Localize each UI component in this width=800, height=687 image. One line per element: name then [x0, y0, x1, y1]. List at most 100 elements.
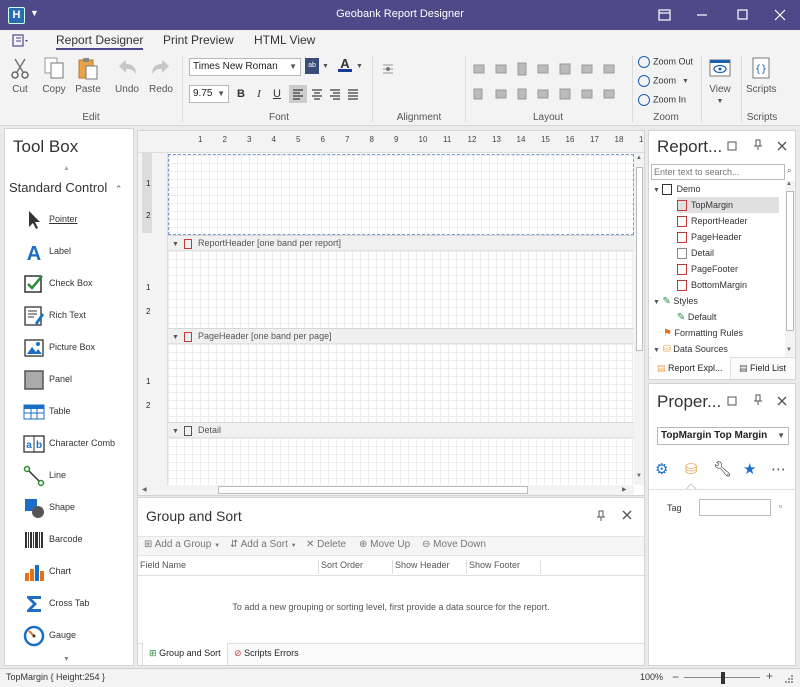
close-icon[interactable] — [777, 141, 787, 151]
tree-item-pagefooter[interactable]: PageFooter — [677, 261, 738, 277]
toolbox-item-picture-box[interactable]: Picture Box — [19, 335, 134, 363]
column-header-show-footer[interactable]: Show Footer — [467, 560, 541, 574]
gears-icon[interactable]: ⚙ — [655, 460, 668, 478]
expand-icon[interactable]: ▼ — [653, 347, 660, 354]
wrench-icon[interactable]: 🔧︎ — [713, 460, 732, 478]
scrollbar-thumb[interactable] — [786, 191, 794, 331]
maximize-panel-icon[interactable] — [727, 141, 737, 151]
tab-report-explorer[interactable]: ▤ Report Expl... — [651, 357, 731, 379]
tab-group-and-sort[interactable]: ⊞ Group and Sort — [142, 643, 228, 665]
toolbox-item-gauge[interactable]: Gauge — [19, 623, 134, 651]
cut-button[interactable]: Cut — [6, 56, 34, 95]
add-group-button[interactable]: ⊞ Add a Group ▼ — [144, 539, 220, 550]
toolbox-item-panel[interactable]: Panel — [19, 367, 134, 395]
tree-item-topmargin[interactable]: TopMargin — [677, 197, 779, 213]
layout-spacing-icons[interactable] — [472, 86, 632, 102]
scrollbar-thumb[interactable] — [636, 167, 643, 351]
zoom-in-button[interactable]: Zoom In — [638, 94, 686, 106]
toolbox-category[interactable]: Standard Control ⌃ — [9, 180, 122, 195]
add-sort-button[interactable]: ⇵ Add a Sort ▼ — [230, 539, 297, 550]
top-margin-band[interactable] — [168, 154, 634, 235]
tab-print-preview[interactable]: Print Preview — [163, 33, 234, 47]
tag-options-button[interactable]: ▫ — [779, 501, 782, 511]
tree-item-detail[interactable]: Detail — [677, 245, 714, 261]
tab-field-list[interactable]: ▤ Field List — [739, 357, 795, 379]
chevron-down-icon[interactable]: ▼ — [63, 656, 70, 663]
align-center-button[interactable] — [309, 86, 325, 102]
column-header-show-header[interactable]: Show Header — [393, 560, 467, 574]
bold-button[interactable]: B — [233, 86, 249, 102]
collapse-icon[interactable]: ▼ — [172, 334, 179, 341]
scroll-down-icon[interactable]: ▼ — [636, 473, 642, 479]
move-down-button[interactable]: ⊖ Move Down — [422, 539, 486, 550]
undo-button[interactable]: Undo — [113, 56, 141, 95]
scroll-up-icon[interactable]: ▲ — [636, 155, 642, 161]
column-header-field-name[interactable]: Field Name — [138, 560, 319, 574]
expand-icon[interactable]: ▼ — [653, 299, 660, 306]
column-header-sort-order[interactable]: Sort Order — [319, 560, 393, 574]
tab-html-view[interactable]: HTML View — [254, 33, 315, 47]
toolbox-item-table[interactable]: Table — [19, 399, 134, 427]
tree-item-styles[interactable]: ▼ ✎ Styles — [653, 293, 698, 309]
align-left-button[interactable] — [289, 85, 307, 103]
zoom-out-icon[interactable]: − — [672, 670, 679, 684]
star-icon[interactable]: ★ — [743, 460, 756, 478]
maximize-panel-icon[interactable] — [727, 396, 737, 406]
toolbox-item-check-box[interactable]: Check Box — [19, 271, 134, 299]
explorer-search-input[interactable] — [651, 164, 785, 180]
italic-button[interactable]: I — [251, 86, 267, 102]
horizontal-scrollbar[interactable]: ◀ ▶ — [138, 485, 634, 495]
toolbox-item-cross-tab[interactable]: Cross Tab — [19, 591, 134, 619]
scroll-left-icon[interactable]: ◀ — [142, 486, 147, 493]
page-header-band[interactable] — [168, 344, 634, 422]
toolbox-item-rich-text[interactable]: Rich Text — [19, 303, 134, 331]
tag-input[interactable] — [699, 499, 771, 516]
vertical-scrollbar[interactable]: ▲ ▼ — [634, 153, 644, 485]
pin-icon[interactable] — [753, 394, 763, 406]
scrollbar-thumb[interactable] — [218, 486, 528, 494]
zoom-in-icon[interactable]: + — [766, 669, 773, 683]
text-style-icon[interactable]: ab — [305, 58, 319, 74]
tree-item-bottommargin[interactable]: BottomMargin — [677, 277, 747, 293]
chevron-down-icon[interactable]: ▼ — [356, 63, 363, 70]
toolbox-item-pointer[interactable]: Pointer — [19, 207, 134, 235]
tab-report-designer[interactable]: Report Designer — [56, 33, 144, 50]
tree-root-demo[interactable]: ▼ Demo — [653, 181, 700, 197]
zoom-slider-thumb[interactable] — [721, 672, 725, 684]
ribbon-display-options-icon[interactable] — [652, 4, 676, 26]
move-up-button[interactable]: ⊕ Move Up — [359, 539, 410, 550]
scripts-button[interactable]: {} Scripts — [746, 56, 777, 95]
expand-icon[interactable]: ▼ — [653, 187, 660, 194]
delete-button[interactable]: ✕ Delete — [306, 539, 346, 550]
detail-band[interactable] — [168, 438, 634, 484]
scroll-down-icon[interactable]: ▼ — [786, 347, 792, 353]
tree-item-data-sources[interactable]: ▼ ⛁ Data Sources — [653, 341, 728, 357]
scroll-right-icon[interactable]: ▶ — [622, 486, 627, 493]
justify-button[interactable] — [345, 86, 361, 102]
close-icon[interactable] — [622, 510, 632, 520]
tree-item-default-style[interactable]: ✎ Default — [677, 309, 716, 325]
tab-scripts-errors[interactable]: ⊘ Scripts Errors — [234, 643, 314, 665]
band-header-detail[interactable]: ▼ Detail — [168, 422, 634, 438]
collapse-icon[interactable]: ▼ — [172, 241, 179, 248]
copy-button[interactable]: Copy — [40, 56, 68, 95]
chevron-up-icon[interactable]: ▲ — [63, 165, 70, 172]
zoom-button[interactable]: Zoom ▼ — [638, 75, 689, 87]
paste-button[interactable]: Paste — [74, 56, 102, 95]
zoom-out-button[interactable]: Zoom Out — [638, 56, 693, 68]
toolbox-item-shape[interactable]: Shape — [19, 495, 134, 523]
selected-component-select[interactable]: TopMargin Top Margin ▼ — [657, 427, 789, 445]
toolbox-item-line[interactable]: Line — [19, 463, 134, 491]
underline-button[interactable]: U — [269, 86, 285, 102]
minimize-icon[interactable] — [690, 4, 714, 26]
toolbox-item-label-control[interactable]: A Label — [19, 239, 134, 267]
tree-item-formatting-rules[interactable]: ⚑ Formatting Rules — [663, 325, 743, 341]
tree-item-pageheader[interactable]: PageHeader — [677, 229, 742, 245]
view-button[interactable]: View ▼ — [706, 56, 734, 106]
redo-button[interactable]: Redo — [147, 56, 175, 95]
align-right-button[interactable] — [327, 86, 343, 102]
font-size-select[interactable]: 9.75 ▼ — [189, 85, 229, 103]
more-icon[interactable]: ⋯ — [771, 460, 786, 478]
tree-scrollbar[interactable]: ▲ ▼ — [785, 181, 795, 357]
collapse-icon[interactable]: ▼ — [172, 428, 179, 435]
